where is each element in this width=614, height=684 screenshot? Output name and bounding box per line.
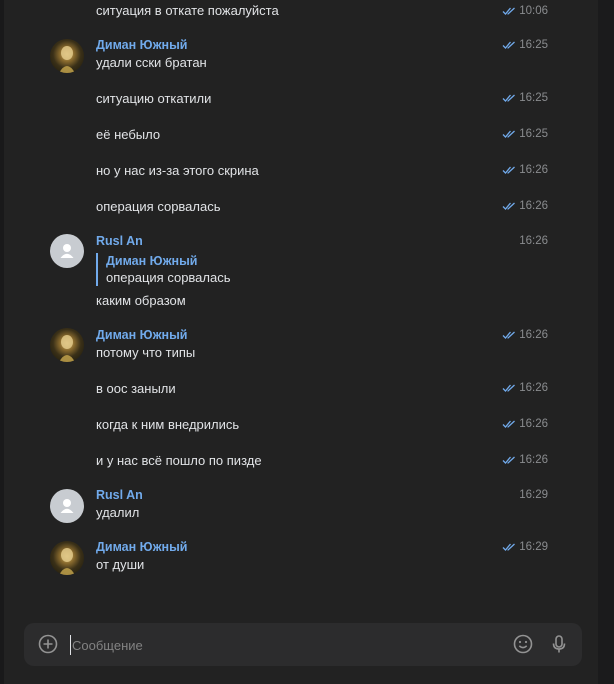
message-time: 16:26 — [502, 199, 548, 213]
chat-history[interactable]: ситуация в откате пожалуйста 10:06 Диман… — [4, 0, 598, 684]
double-check-icon — [502, 166, 516, 174]
message-author[interactable]: Диман Южный — [96, 327, 187, 343]
message-time: 16:25 — [502, 127, 548, 141]
message-time: 16:26 — [502, 453, 548, 467]
double-check-icon — [502, 456, 516, 464]
message-text: ситуация в откате пожалуйста — [96, 3, 279, 18]
time-label: 16:25 — [519, 39, 548, 51]
double-check-icon — [502, 543, 516, 551]
message-text: когда к ним внедрились — [96, 417, 240, 432]
message-text: операция сорвалась — [96, 199, 221, 214]
emoji-smile-icon[interactable] — [511, 632, 535, 656]
message-author[interactable]: Диман Южный — [96, 539, 187, 555]
time-label: 16:29 — [519, 489, 548, 501]
double-check-icon — [502, 41, 516, 49]
double-check-icon — [502, 202, 516, 210]
double-check-icon — [502, 94, 516, 102]
avatar-photo-icon — [59, 46, 75, 73]
avatar[interactable] — [50, 328, 84, 362]
message-text: и у нас всё пошло по пизде — [96, 453, 262, 468]
message-author[interactable]: Rusl An — [96, 233, 143, 249]
message-text: от души — [96, 557, 145, 572]
message-text: но у нас из-за этого скрина — [96, 163, 259, 178]
time-label: 16:26 — [519, 329, 548, 341]
avatar[interactable] — [50, 541, 84, 575]
avatar[interactable] — [50, 39, 84, 73]
message-time: 16:26 — [519, 234, 548, 248]
avatar-photo-icon — [59, 335, 75, 362]
message-time: 16:26 — [502, 381, 548, 395]
user-placeholder-icon — [60, 244, 74, 258]
message-time: 16:25 — [502, 91, 548, 105]
message-author[interactable]: Диман Южный — [96, 37, 187, 53]
message-text: удалил — [96, 505, 140, 520]
time-label: 16:26 — [519, 382, 548, 394]
message-text: удали сски братан — [96, 55, 207, 70]
message-time: 16:26 — [502, 328, 548, 342]
microphone-icon[interactable] — [547, 632, 571, 656]
time-label: 10:06 — [519, 5, 548, 17]
message-text: каким образом — [96, 293, 186, 308]
time-label: 16:26 — [519, 418, 548, 430]
time-label: 16:25 — [519, 128, 548, 140]
double-check-icon — [502, 331, 516, 339]
reply-author: Диман Южный — [106, 254, 198, 268]
avatar[interactable] — [50, 489, 84, 523]
reply-text: операция сорвалась — [106, 270, 231, 285]
time-label: 16:25 — [519, 92, 548, 104]
double-check-icon — [502, 384, 516, 392]
message-time: 16:26 — [502, 417, 548, 431]
time-label: 16:29 — [519, 541, 548, 553]
avatar-photo-icon — [59, 548, 75, 575]
message-text: ситуацию откатили — [96, 91, 212, 106]
message-time: 16:25 — [502, 38, 548, 52]
time-label: 16:26 — [519, 235, 548, 247]
messenger-window: ситуация в откате пожалуйста 10:06 Диман… — [0, 0, 614, 684]
avatar[interactable] — [50, 234, 84, 268]
message-text: потому что типы — [96, 345, 196, 360]
time-label: 16:26 — [519, 200, 548, 212]
double-check-icon — [502, 420, 516, 428]
time-label: 16:26 — [519, 164, 548, 176]
double-check-icon — [502, 7, 516, 15]
add-circle-icon[interactable] — [36, 632, 60, 656]
message-author[interactable]: Rusl An — [96, 487, 143, 503]
message-time: 10:06 — [502, 4, 548, 18]
message-input[interactable] — [70, 635, 492, 655]
time-label: 16:26 — [519, 454, 548, 466]
message-time: 16:29 — [502, 540, 548, 554]
message-time: 16:29 — [519, 488, 548, 502]
scrollbar[interactable] — [598, 0, 614, 684]
user-placeholder-icon — [60, 499, 74, 513]
message-text: её небыло — [96, 127, 161, 142]
message-composer — [24, 623, 582, 666]
reply-quote[interactable]: Диман Южный операция сорвалась — [96, 253, 231, 286]
message-time: 16:26 — [502, 163, 548, 177]
message-text: в оос заныли — [96, 381, 176, 396]
double-check-icon — [502, 130, 516, 138]
